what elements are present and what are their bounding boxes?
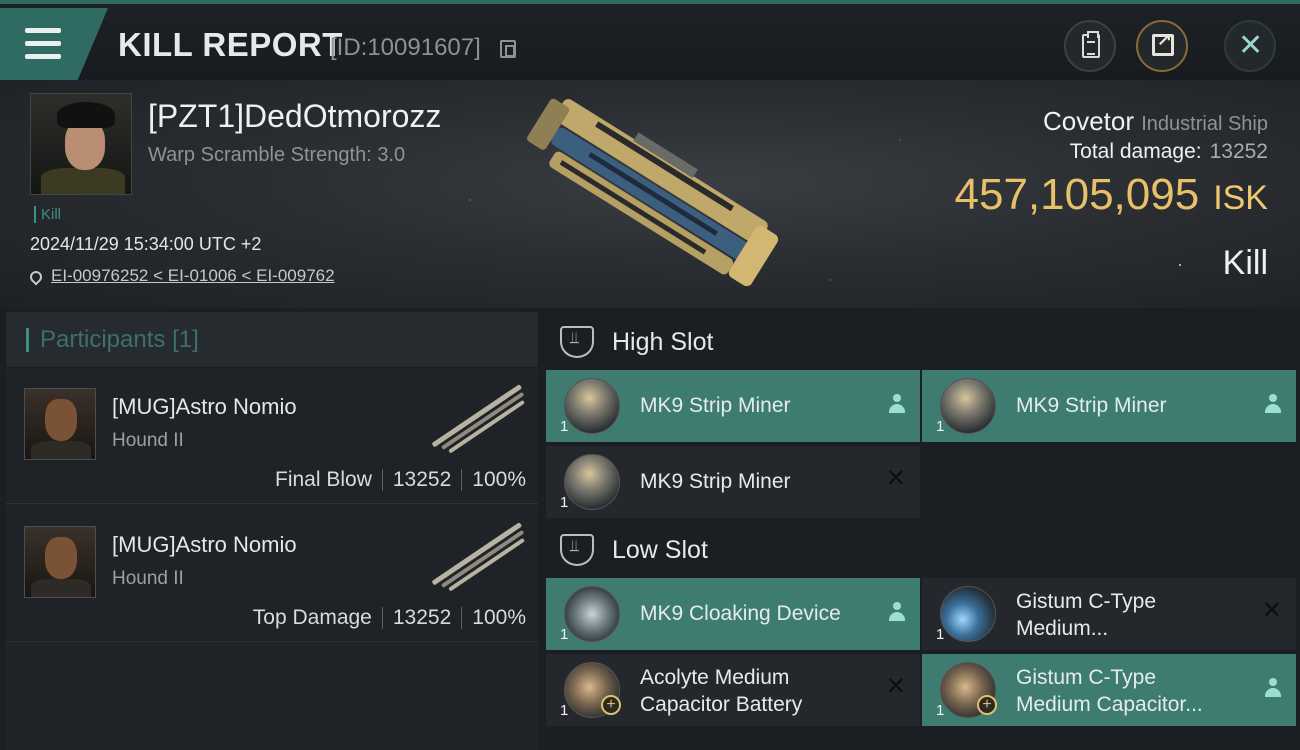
participant-ship: Hound II bbox=[112, 430, 184, 451]
result-label: Kill bbox=[1222, 244, 1268, 282]
low-slot-icon bbox=[560, 534, 594, 566]
module-name: MK9 Strip Miner bbox=[640, 394, 791, 417]
top-bar: KILL REPORT [ID:10091607] ✕ bbox=[0, 0, 1300, 80]
module-slot[interactable]: + 1 Acolyte Medium Capacitor Battery ✕ bbox=[546, 654, 920, 726]
module-slot[interactable]: 1 MK9 Strip Miner bbox=[546, 370, 920, 442]
high-slot-label: High Slot bbox=[612, 328, 714, 356]
isk-unit: ISK bbox=[1213, 179, 1268, 217]
participant-stats: Final Blow 13252 100% bbox=[275, 468, 526, 492]
module-quantity: 1 bbox=[560, 702, 569, 719]
ship-class: Industrial Ship bbox=[1141, 113, 1268, 135]
plus-icon: + bbox=[601, 695, 621, 715]
strip-miner-icon bbox=[564, 378, 620, 434]
participant-damage: 13252 bbox=[392, 606, 452, 629]
kill-tag: Kill bbox=[34, 206, 61, 223]
close-button[interactable]: ✕ bbox=[1224, 20, 1276, 72]
module-quantity: 1 bbox=[560, 494, 569, 511]
share-icon bbox=[1152, 29, 1174, 56]
participants-panel: Participants [1] [MUG]Astro Nomio Hound … bbox=[6, 312, 538, 750]
page-title: KILL REPORT bbox=[118, 26, 343, 63]
participant-percent: 100% bbox=[472, 606, 526, 629]
victim-header: [PZT1]DedOtmorozz Warp Scramble Strength… bbox=[0, 80, 1300, 308]
cloaking-device-icon bbox=[564, 586, 620, 642]
destroyed-x-icon: ✕ bbox=[885, 465, 906, 492]
report-id: [ID:10091607] bbox=[330, 34, 481, 61]
module-name: MK9 Strip Miner bbox=[1016, 394, 1167, 417]
participant-name: [MUG]Astro Nomio bbox=[112, 394, 297, 419]
copy-icon[interactable] bbox=[500, 40, 516, 58]
module-slot[interactable]: 1 MK9 Strip Miner ✕ bbox=[546, 446, 920, 518]
participant-percent: 100% bbox=[472, 468, 526, 491]
module-name: Gistum C-Type Medium... bbox=[1016, 590, 1157, 640]
participants-count: [1] bbox=[172, 326, 199, 353]
total-damage-label: Total damage: bbox=[1069, 140, 1202, 163]
ship-name[interactable]: Covetor bbox=[1043, 106, 1134, 136]
person-icon bbox=[888, 394, 906, 414]
ship-image bbox=[527, 98, 779, 286]
participant-ship: Hound II bbox=[112, 568, 184, 589]
participant-row[interactable]: [MUG]Astro Nomio Hound II Final Blow 1325… bbox=[6, 370, 538, 504]
location-pin-icon bbox=[27, 268, 45, 286]
participant-name: [MUG]Astro Nomio bbox=[112, 532, 297, 557]
destroyed-x-icon: ✕ bbox=[885, 673, 906, 700]
high-slot-header: High Slot bbox=[544, 314, 1300, 370]
participant-row[interactable]: [MUG]Astro Nomio Hound II Top Damage 1325… bbox=[6, 508, 538, 642]
module-quantity: 1 bbox=[936, 418, 945, 435]
menu-button[interactable] bbox=[0, 8, 108, 80]
victim-avatar[interactable] bbox=[30, 93, 132, 195]
total-damage: Total damage: 13252 bbox=[1070, 140, 1268, 164]
location-link[interactable]: EI-00976252 < EI-01006 < EI-009762 bbox=[27, 266, 335, 286]
location-text[interactable]: EI-00976252 < EI-01006 < EI-009762 bbox=[51, 266, 335, 285]
module-slot[interactable]: 1 Gistum C-Type Medium... ✕ bbox=[922, 578, 1296, 650]
low-slot-header: Low Slot bbox=[544, 522, 1300, 578]
high-slot-icon bbox=[560, 326, 594, 358]
module-quantity: 1 bbox=[936, 626, 945, 643]
person-icon bbox=[1264, 394, 1282, 414]
module-name: MK9 Strip Miner bbox=[640, 470, 791, 493]
module-name: Gistum C-Type Medium Capacitor... bbox=[1016, 666, 1203, 716]
module-name: Acolyte Medium Capacitor Battery bbox=[640, 666, 803, 716]
participant-damage: 13252 bbox=[392, 468, 452, 491]
capacitor-module-icon bbox=[940, 586, 996, 642]
module-name: MK9 Cloaking Device bbox=[640, 602, 841, 625]
fitting-panel: High Slot 1 MK9 Strip Miner 1 MK9 Strip … bbox=[544, 312, 1300, 750]
close-icon: ✕ bbox=[1238, 29, 1264, 62]
participants-header: Participants [1] bbox=[6, 312, 538, 368]
warp-scramble-strength: Warp Scramble Strength: 3.0 bbox=[148, 144, 406, 166]
clipboard-icon bbox=[1082, 31, 1100, 58]
participant-ship-icon bbox=[432, 384, 525, 453]
kill-datetime: 2024/11/29 15:34:00 UTC +2 bbox=[30, 234, 262, 254]
module-quantity: 1 bbox=[560, 418, 569, 435]
capacitor-battery-icon: + bbox=[940, 662, 997, 718]
isk-value: 457,105,095 ISK bbox=[955, 170, 1269, 220]
module-slot[interactable]: 1 MK9 Strip Miner bbox=[922, 370, 1296, 442]
participant-role: Final Blow bbox=[275, 468, 372, 491]
participant-stats: Top Damage 13252 100% bbox=[253, 606, 526, 630]
participant-ship-icon bbox=[432, 522, 525, 591]
participants-label: Participants bbox=[40, 326, 166, 353]
destroyed-x-icon: ✕ bbox=[1261, 597, 1282, 624]
module-quantity: 1 bbox=[560, 626, 569, 643]
low-slot-label: Low Slot bbox=[612, 536, 708, 564]
module-slot[interactable]: + 1 Gistum C-Type Medium Capacitor... bbox=[922, 654, 1296, 726]
isk-amount: 457,105,095 bbox=[954, 170, 1200, 219]
person-icon bbox=[1264, 678, 1282, 698]
total-damage-value: 13252 bbox=[1209, 140, 1268, 163]
strip-miner-icon bbox=[564, 454, 620, 510]
capacitor-battery-icon: + bbox=[564, 662, 621, 718]
module-slot[interactable]: 1 MK9 Cloaking Device bbox=[546, 578, 920, 650]
hamburger-icon bbox=[25, 28, 61, 59]
share-button[interactable] bbox=[1136, 20, 1188, 72]
plus-icon: + bbox=[977, 695, 997, 715]
person-icon bbox=[888, 602, 906, 622]
module-quantity: 1 bbox=[936, 702, 945, 719]
ship-info: Covetor Industrial Ship bbox=[1043, 106, 1268, 137]
participant-role: Top Damage bbox=[252, 606, 372, 629]
clipboard-button[interactable] bbox=[1064, 20, 1116, 72]
victim-name[interactable]: [PZT1]DedOtmorozz bbox=[148, 98, 441, 135]
participant-avatar[interactable] bbox=[24, 526, 96, 598]
participant-avatar[interactable] bbox=[24, 388, 96, 460]
strip-miner-icon bbox=[940, 378, 996, 434]
